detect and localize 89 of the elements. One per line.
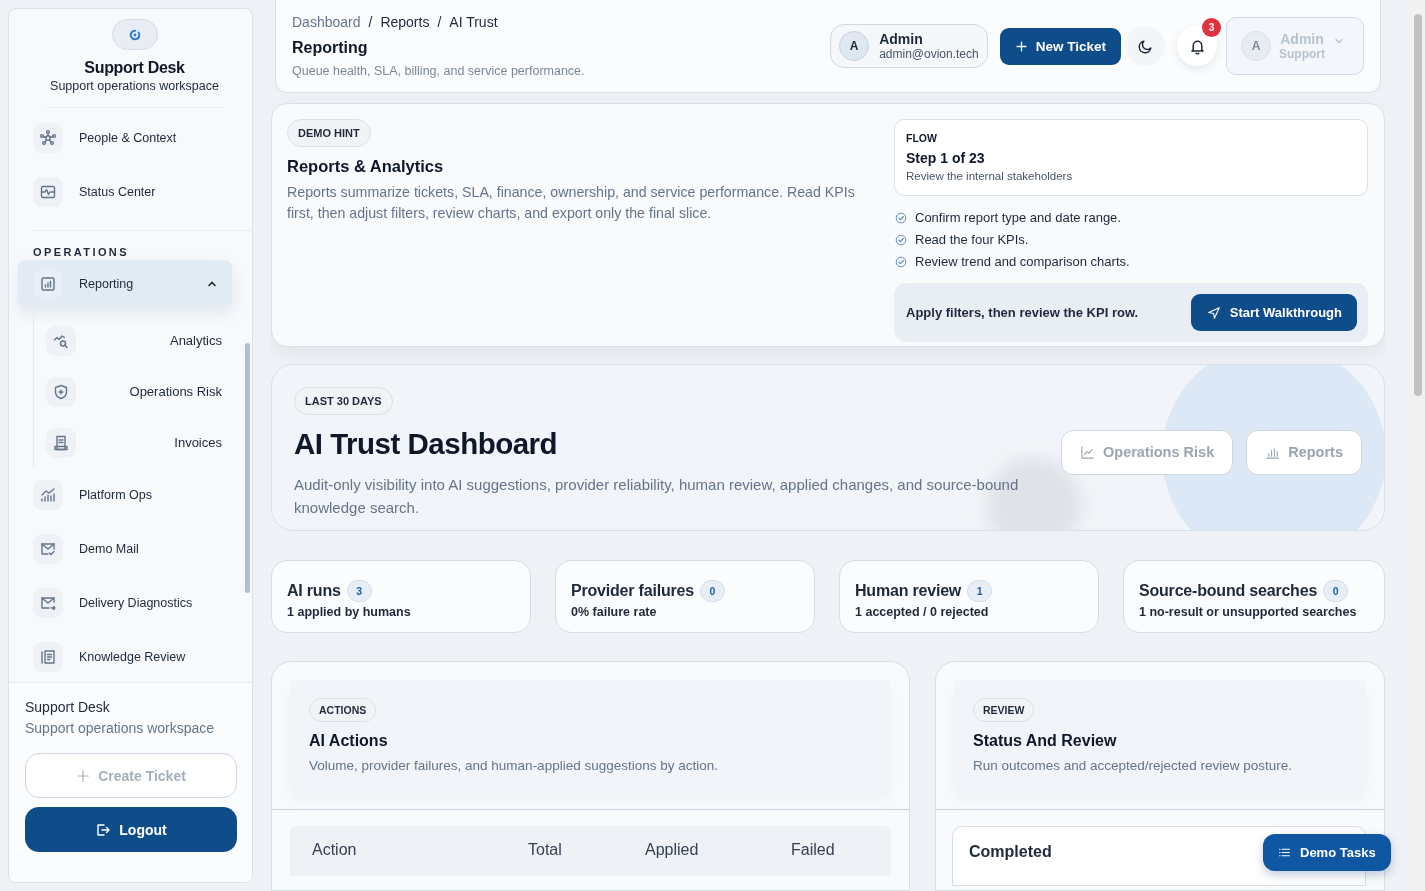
checklist-item: Review trend and comparison charts.	[915, 254, 1130, 269]
period-badge: LAST 30 DAYS	[294, 386, 393, 415]
count-badge: 3	[346, 580, 372, 602]
kpi-title: Provider failures	[571, 582, 694, 600]
avatar: A	[839, 31, 870, 61]
panel-description: Run outcomes and accepted/rejected review posture.	[973, 758, 1293, 773]
user-chip[interactable]: A Admin admin@ovion.tech	[830, 24, 988, 68]
logo-icon	[111, 19, 158, 50]
checklist-item: Read the four KPIs.	[915, 232, 1029, 247]
panel-title: Status And Review	[973, 732, 1118, 750]
section-badge: ACTIONS	[309, 698, 377, 722]
walkthrough-hint: Apply filters, then review the KPI row.	[906, 305, 1139, 320]
panel-description: Volume, provider failures, and human-applied suggestions by action.	[309, 758, 719, 773]
hint-title: Reports & Analytics	[287, 157, 445, 176]
column-header: Failed	[791, 841, 836, 860]
mail-check-icon	[33, 534, 63, 564]
brand-subtitle: Support operations workspace	[50, 79, 219, 93]
nav-item[interactable]: Knowledge Review	[21, 630, 235, 682]
breadcrumb-separator: /	[437, 14, 442, 30]
avatar: A	[1241, 31, 1271, 61]
column-header: Action	[312, 841, 358, 860]
kpi-title: Human review	[855, 582, 962, 600]
pulse-monitor-icon	[33, 177, 63, 207]
bar-chart-icon	[33, 268, 63, 299]
flow-subtitle: Review the internal stakeholders	[906, 170, 1074, 182]
nav-item[interactable]: People & Context	[21, 111, 235, 165]
checklist-item: Confirm report type and date range.	[915, 210, 1121, 225]
flow-label: FLOW	[906, 132, 938, 144]
page-subtitle: Queue health, SLA, billing, and service performance.	[292, 64, 585, 78]
breadcrumb-link[interactable]: Dashboard	[292, 14, 361, 30]
workspace-subtitle: Support operations workspace	[25, 720, 216, 736]
breadcrumb-link[interactable]: Reports	[380, 14, 430, 30]
plus-icon	[76, 768, 91, 783]
demo-tasks-button[interactable]: Demo Tasks	[1263, 834, 1391, 871]
count-badge: 0	[699, 580, 725, 602]
scrollbar-thumb[interactable]	[245, 343, 250, 593]
document-icon	[46, 427, 76, 458]
nav-item[interactable]: Delivery Diagnostics	[21, 576, 235, 630]
nav-item[interactable]: Demo Mail	[21, 522, 235, 576]
plus-icon	[1014, 39, 1028, 53]
send-icon	[1206, 305, 1221, 320]
dashboard-description: Audit-only visibility into AI suggestions, provider reliability, human review, applied changes, and source-bound knowledge search.	[294, 474, 1020, 518]
start-walkthrough-button[interactable]: Start Walkthrough	[1190, 294, 1357, 331]
dashboard-title: AI Trust Dashboard	[294, 426, 559, 461]
shield-icon	[46, 376, 76, 407]
nav-item[interactable]: Reporting	[18, 260, 232, 307]
mail-forward-icon	[33, 588, 63, 618]
count-badge: 1	[967, 580, 993, 602]
user-email: admin@ovion.tech	[879, 47, 979, 61]
list-icon	[1278, 846, 1291, 859]
bell-icon	[1188, 37, 1206, 55]
kpi-subtitle: 1 no-result or unsupported searches	[1139, 605, 1358, 619]
kpi-subtitle: 0% failure rate	[571, 605, 658, 619]
page-title: Reporting	[292, 39, 369, 57]
nav-item[interactable]: Platform Ops	[21, 468, 235, 522]
hint-description: Reports summarize tickets, SLA, finance, ownership, and service performance. Read KPIs first, then adjust filters, review charts, and export only the final slice.	[287, 183, 856, 223]
notification-count: 3	[1202, 18, 1221, 37]
panel-title: AI Actions	[309, 732, 389, 750]
network-icon	[33, 123, 63, 153]
section-badge: REVIEW	[973, 698, 1035, 722]
column-header: Applied	[645, 841, 700, 860]
flow-step: Step 1 of 23	[906, 150, 1356, 166]
scrollbar[interactable]	[1410, 0, 1425, 891]
chart-search-icon	[46, 325, 76, 356]
theme-toggle-button[interactable]	[1125, 26, 1165, 66]
hint-badge: DEMO HINT	[287, 119, 371, 147]
kpi-subtitle: 1 applied by humans	[287, 605, 412, 619]
trend-chart-icon	[1080, 444, 1095, 460]
status-title: Completed	[969, 843, 1052, 860]
kpi-subtitle: 1 accepted / 0 rejected	[855, 605, 990, 619]
workspace-name: Support Desk	[25, 699, 111, 715]
nav-item[interactable]: Operations Risk	[36, 366, 236, 417]
section-heading: OPERATIONS	[33, 246, 130, 258]
nav-item[interactable]: Status Center	[21, 165, 235, 219]
count-badge: 0	[1323, 580, 1349, 602]
breadcrumb-separator: /	[368, 14, 373, 30]
new-ticket-button[interactable]: New Ticket	[999, 27, 1121, 65]
kpi-title: Source-bound searches	[1139, 582, 1318, 600]
breadcrumb-link[interactable]: AI Trust	[449, 14, 498, 30]
bar-trend-icon	[33, 480, 63, 510]
brand-title: Support Desk	[84, 59, 185, 77]
logout-button[interactable]: Logout	[25, 807, 237, 852]
user-name: Admin	[879, 31, 924, 47]
column-header: Total	[528, 841, 563, 860]
kpi-title: AI runs	[287, 582, 341, 600]
logout-icon	[95, 821, 112, 838]
nav-item[interactable]: Invoices	[36, 417, 236, 468]
nav-item[interactable]: Analytics	[36, 315, 236, 366]
document-list-icon	[33, 642, 63, 672]
